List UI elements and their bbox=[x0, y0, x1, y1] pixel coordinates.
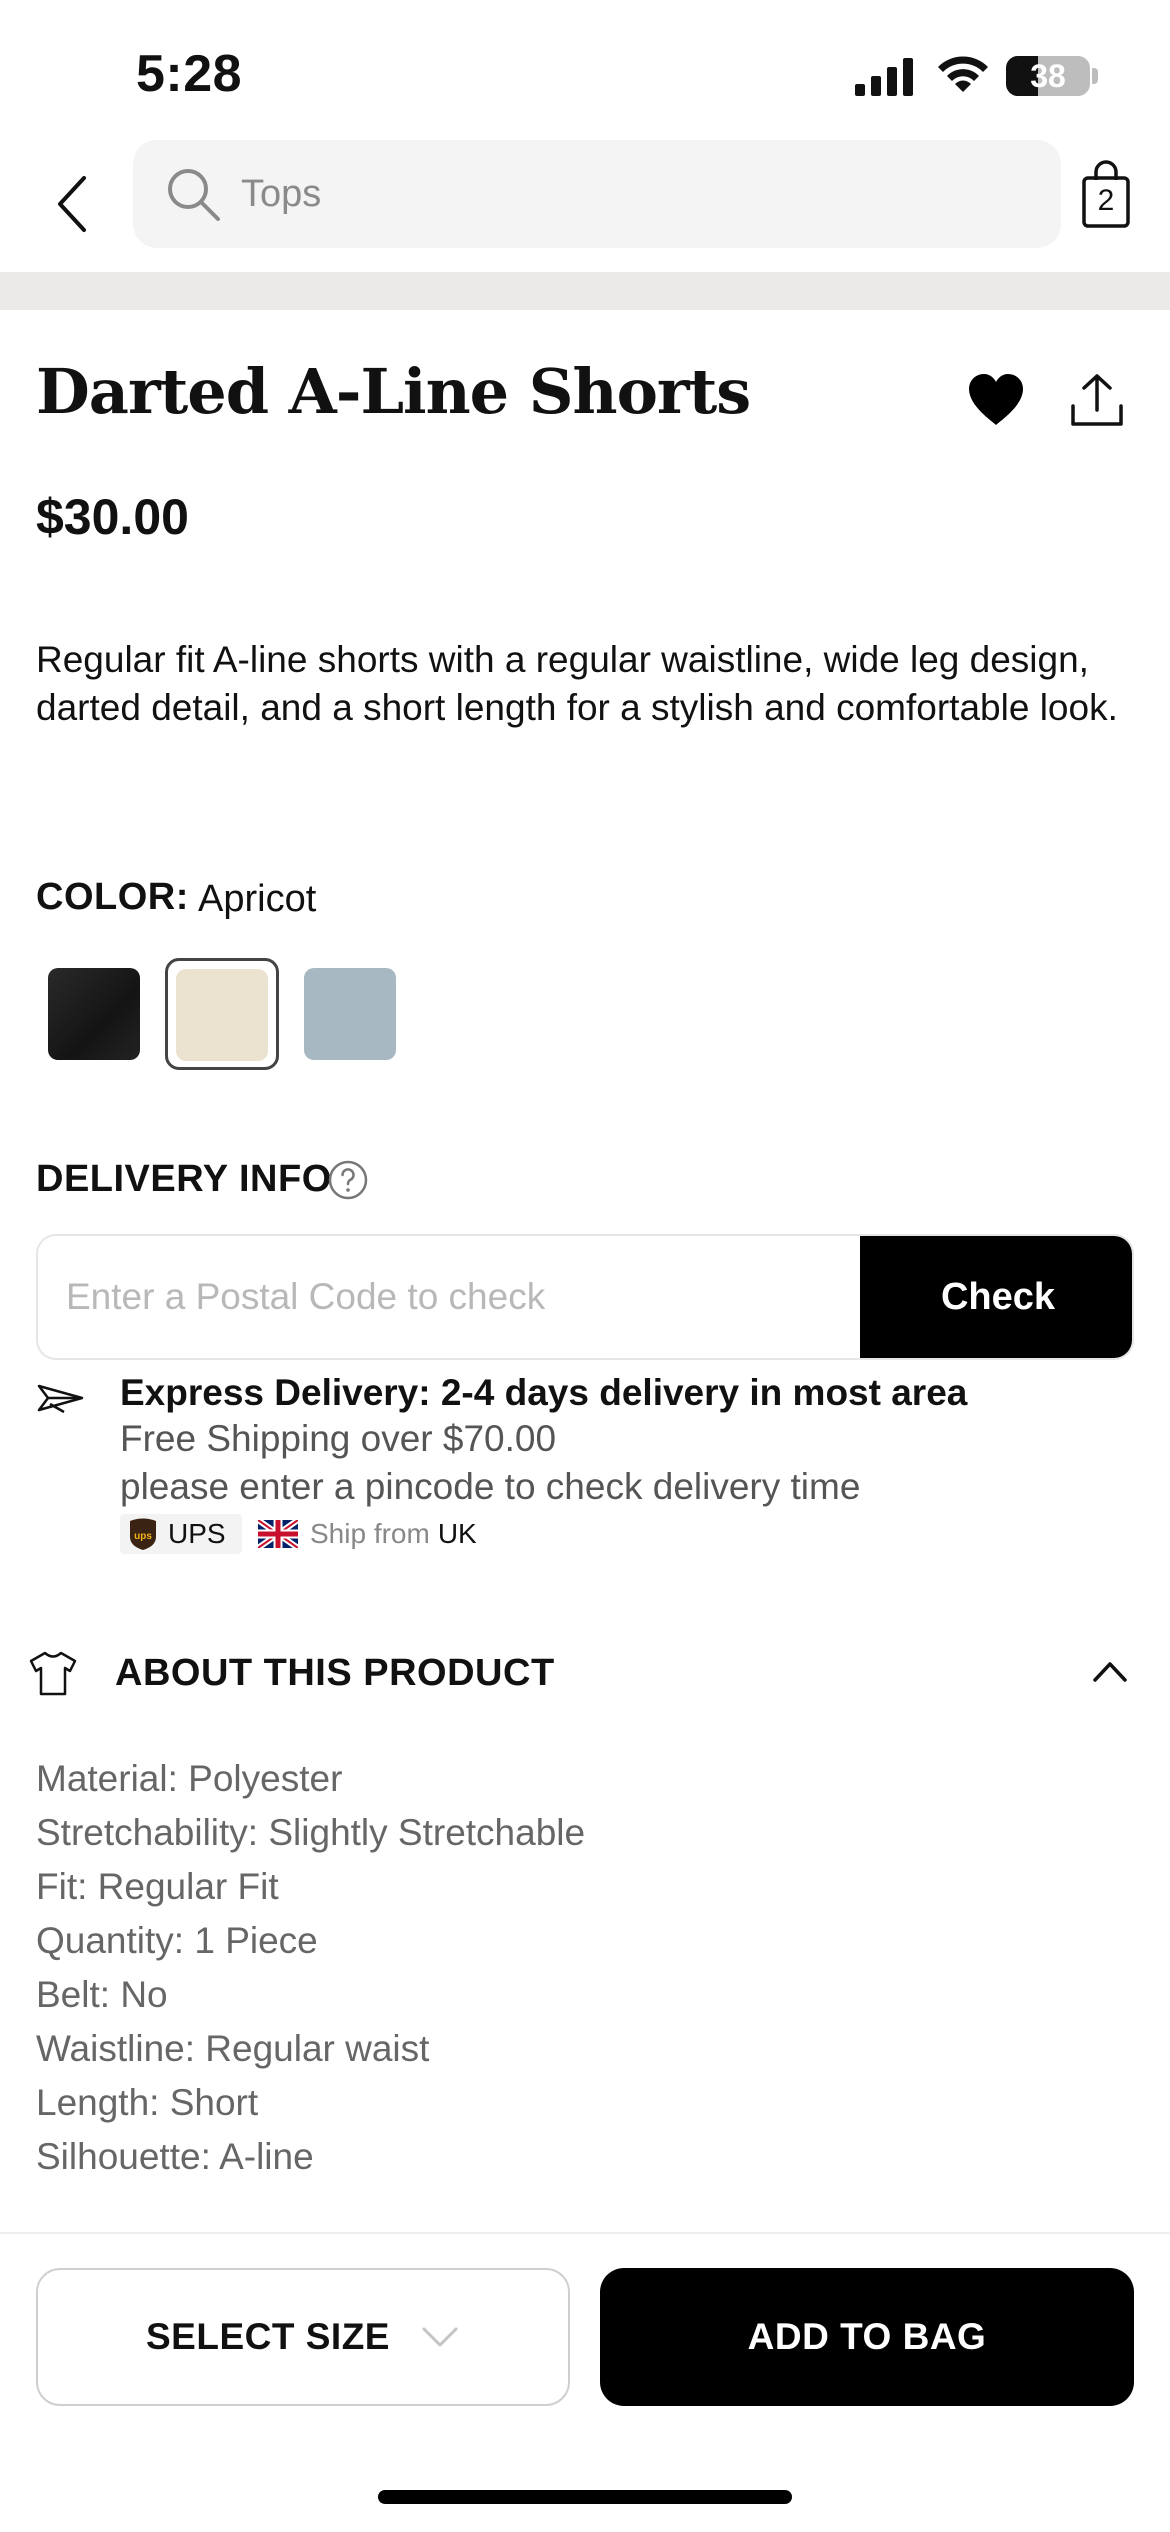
favorite-button[interactable] bbox=[966, 372, 1026, 428]
uk-flag-icon bbox=[258, 1520, 298, 1548]
add-to-bag-button[interactable]: ADD TO BAG bbox=[600, 2268, 1134, 2406]
heart-icon bbox=[969, 374, 1023, 425]
ship-from-country: UK bbox=[437, 1518, 477, 1549]
bag-count-badge: 2 bbox=[1097, 184, 1115, 217]
ship-from: Ship from UK bbox=[258, 1514, 477, 1554]
product-image-edge[interactable] bbox=[0, 272, 1170, 310]
product-attributes-list: Material: Polyester Stretchability: Slig… bbox=[36, 1752, 585, 2184]
wifi-icon bbox=[938, 56, 988, 92]
share-icon bbox=[1071, 374, 1123, 426]
about-product-title: ABOUT THIS PRODUCT bbox=[115, 1652, 555, 1694]
tshirt-icon bbox=[29, 1651, 77, 1696]
free-shipping-text: Free Shipping over $70.00 bbox=[120, 1418, 557, 1459]
selected-color-name: Apricot bbox=[198, 878, 317, 920]
express-delivery-icon bbox=[37, 1384, 84, 1414]
share-button[interactable] bbox=[1068, 372, 1126, 430]
color-label: COLOR: bbox=[36, 876, 189, 918]
home-indicator[interactable] bbox=[378, 2490, 792, 2504]
attribute-quantity: Quantity: 1 Piece bbox=[36, 1920, 318, 1961]
postal-code-form: Check bbox=[36, 1234, 1134, 1360]
top-nav: Tops 2 bbox=[0, 140, 1170, 272]
attribute-fit: Fit: Regular Fit bbox=[36, 1866, 279, 1907]
product-title: Darted A-Line Shorts bbox=[36, 355, 751, 428]
attribute-belt: Belt: No bbox=[36, 1974, 168, 2015]
ship-from-label: Ship from bbox=[310, 1518, 430, 1549]
battery-tip bbox=[1092, 68, 1098, 84]
help-circle-icon[interactable] bbox=[328, 1160, 368, 1200]
product-description: Regular fit A-line shorts with a regular… bbox=[36, 639, 1118, 728]
express-delivery-title: Express Delivery: 2-4 days delivery in m… bbox=[120, 1372, 968, 1413]
pincode-note: please enter a pincode to check delivery… bbox=[120, 1466, 861, 1507]
select-size-label: SELECT SIZE bbox=[146, 2316, 390, 2357]
carrier-badge: ups UPS bbox=[120, 1514, 242, 1554]
chevron-left-icon bbox=[58, 176, 86, 232]
battery-icon: 38 bbox=[1006, 56, 1090, 96]
search-bar[interactable]: Tops bbox=[133, 140, 1061, 248]
battery-percent: 38 bbox=[1030, 58, 1066, 94]
attribute-silhouette: Silhouette: A-line bbox=[36, 2136, 314, 2177]
search-icon bbox=[168, 169, 220, 221]
delivery-info-label: DELIVERY INFO bbox=[36, 1158, 332, 1200]
chevron-down-icon bbox=[422, 2327, 458, 2347]
carrier-name: UPS bbox=[168, 1518, 226, 1549]
attribute-stretchability: Stretchability: Slightly Stretchable bbox=[36, 1812, 586, 1853]
search-placeholder: Tops bbox=[241, 172, 322, 215]
attribute-material: Material: Polyester bbox=[36, 1758, 343, 1799]
cellular-signal-icon bbox=[855, 58, 913, 96]
status-bar: 5:28 38 bbox=[0, 0, 1170, 140]
color-swatch-blue-gray[interactable] bbox=[304, 968, 396, 1060]
select-size-button[interactable]: SELECT SIZE bbox=[36, 2268, 570, 2406]
product-price: $30.00 bbox=[36, 489, 189, 545]
postal-code-input[interactable] bbox=[38, 1236, 858, 1358]
about-product-header[interactable]: ABOUT THIS PRODUCT bbox=[0, 1640, 1170, 1710]
color-swatch-apricot[interactable] bbox=[176, 969, 268, 1061]
svg-text:ups: ups bbox=[134, 1531, 152, 1542]
color-swatch-black[interactable] bbox=[48, 968, 140, 1060]
status-time: 5:28 bbox=[136, 45, 243, 103]
shopping-bag-button[interactable]: 2 bbox=[1078, 160, 1134, 230]
chevron-up-icon[interactable] bbox=[1092, 1656, 1128, 1686]
bottom-bar-divider bbox=[0, 2232, 1170, 2234]
check-button[interactable]: Check bbox=[860, 1236, 1132, 1358]
attribute-length: Length: Short bbox=[36, 2082, 259, 2123]
back-button[interactable] bbox=[40, 164, 104, 244]
attribute-waistline: Waistline: Regular waist bbox=[36, 2028, 430, 2069]
ups-logo-icon: ups bbox=[130, 1518, 156, 1550]
